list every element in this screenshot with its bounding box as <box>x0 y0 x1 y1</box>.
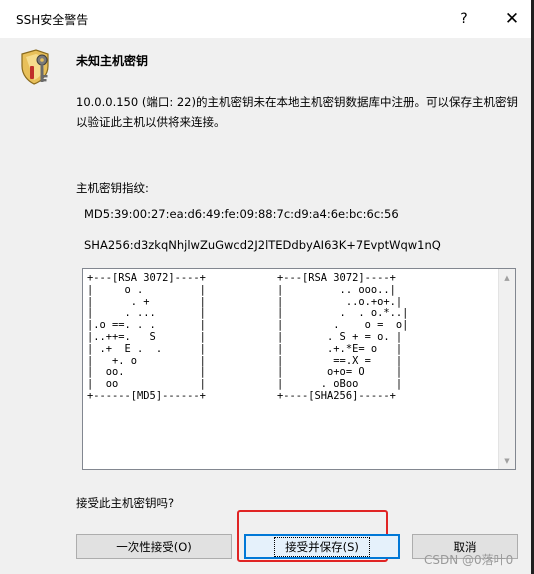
randomart-md5: +---[RSA 3072]----+ | o . | | . + | | . … <box>87 272 206 402</box>
alert-heading: 未知主机密钥 <box>76 54 149 68</box>
alert-message: 10.0.0.150 (端口: 22)的主机密钥未在本地主机密钥数据库中注册。可… <box>76 95 518 129</box>
scroll-up-icon[interactable]: ▲ <box>499 269 515 286</box>
help-button[interactable]: ? <box>442 4 486 34</box>
security-shield-key-icon <box>21 49 49 85</box>
window-title: SSH安全警告 <box>16 13 89 27</box>
dialog-body: 未知主机密钥 10.0.0.150 (端口: 22)的主机密钥未在本地主机密钥数… <box>0 38 534 574</box>
accept-once-button[interactable]: 一次性接受(O) <box>76 534 232 559</box>
fingerprint-md5: MD5:39:00:27:ea:d6:49:fe:09:88:7c:d9:a4:… <box>84 207 399 221</box>
accept-question: 接受此主机密钥吗? <box>76 496 175 510</box>
randomart-sha256: +---[RSA 3072]----+ | .. ooo..| | ..o.+o… <box>277 272 409 402</box>
title-bar[interactable]: SSH安全警告 ? ✕ <box>0 0 534 38</box>
close-button[interactable]: ✕ <box>490 4 534 34</box>
fingerprint-sha256: SHA256:d3zkqNhjlwZuGwcd2J2lTEDdbyAI63K+7… <box>84 238 441 252</box>
fingerprint-label: 主机密钥指纹: <box>76 181 149 195</box>
randomart-textbox[interactable]: +---[RSA 3072]----+ | o . | | . + | | . … <box>82 268 516 470</box>
vertical-scrollbar[interactable]: ▲ ▼ <box>498 269 515 469</box>
watermark-text: CSDN @0落叶0 <box>424 553 514 567</box>
accept-save-label: 接受并保存(S) <box>274 536 370 557</box>
scroll-down-icon[interactable]: ▼ <box>499 452 515 469</box>
accept-save-button[interactable]: 接受并保存(S) <box>244 534 400 559</box>
